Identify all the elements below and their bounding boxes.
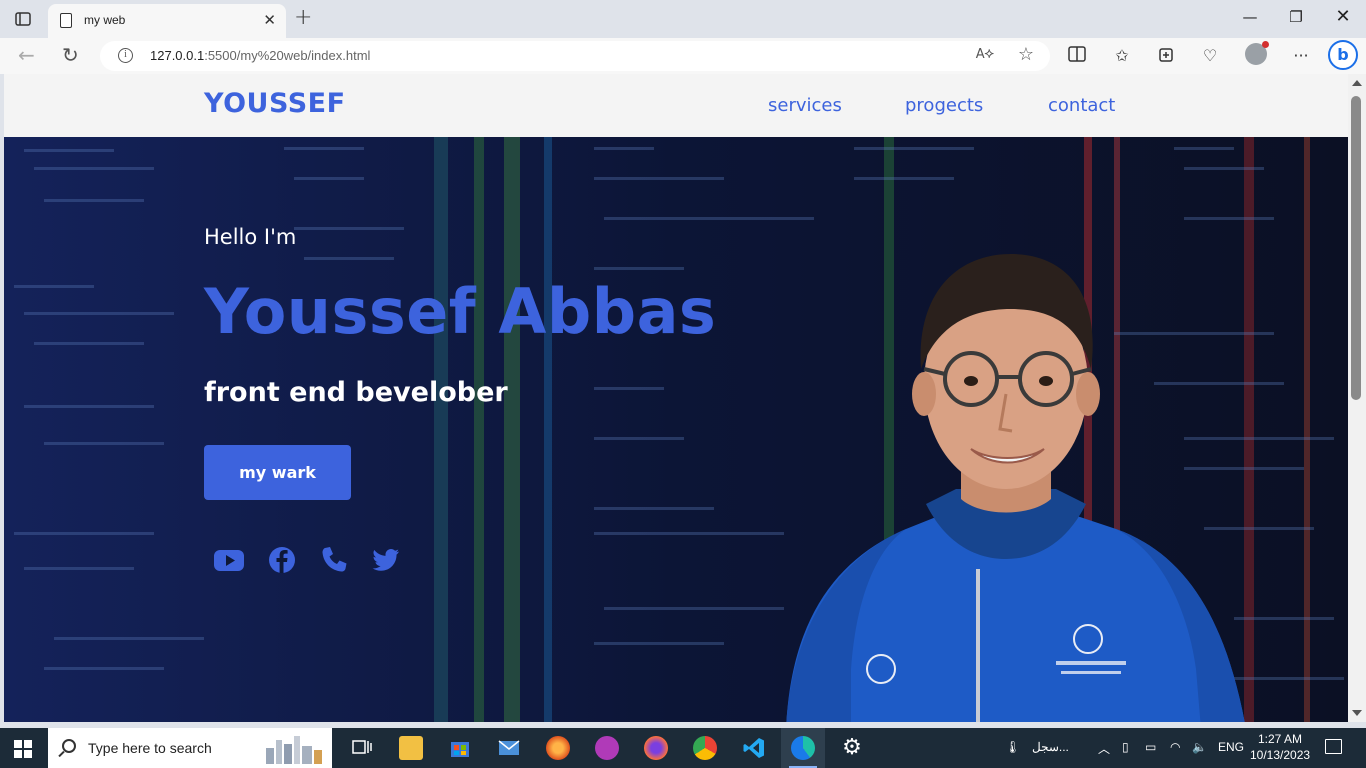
nav-link-services[interactable]: services <box>768 95 842 116</box>
browser-toolbar: ← ↻ i 127.0.0.1:5500/my%20web/index.html… <box>0 38 1366 74</box>
profile-photo <box>786 254 1245 722</box>
firefox-icon[interactable] <box>546 736 570 760</box>
back-button[interactable]: ← <box>18 44 35 66</box>
language-indicator[interactable]: ENG <box>1218 740 1244 754</box>
microsoft-store-icon[interactable] <box>448 736 472 760</box>
more-options-icon[interactable]: ··· <box>1290 46 1312 66</box>
hero-name: Youssef Abbas <box>204 275 717 348</box>
tab-actions-icon[interactable] <box>12 10 34 28</box>
show-hidden-icons-icon[interactable]: ︿ <box>1098 740 1110 757</box>
scroll-thumb[interactable] <box>1351 96 1361 400</box>
bing-copilot-icon[interactable]: b <box>1328 40 1358 70</box>
favorite-star-icon[interactable]: ☆ <box>1018 44 1034 65</box>
file-explorer-icon[interactable] <box>399 736 423 760</box>
windows-taskbar: Type here to search ⚙ 🌡 سجل... ︿ ▯ ▭ ◠ 🔈… <box>0 728 1366 768</box>
phone-icon[interactable] <box>318 545 350 575</box>
close-tab-icon[interactable]: ✕ <box>263 12 276 28</box>
system-clock[interactable]: 1:27 AM 10/13/2023 <box>1250 731 1310 763</box>
clock-date: 10/13/2023 <box>1250 748 1311 762</box>
minimize-button[interactable]: — <box>1240 8 1260 26</box>
site-info-icon[interactable]: i <box>118 48 133 63</box>
new-tab-button[interactable]: + <box>294 7 312 29</box>
notification-dot <box>1262 41 1269 48</box>
search-icon <box>62 739 76 753</box>
url-host: 127.0.0.1 <box>150 48 205 63</box>
start-button[interactable] <box>14 740 32 758</box>
browser-tab[interactable]: my web ✕ <box>48 4 286 38</box>
page-favicon-icon <box>60 13 72 28</box>
task-view-icon[interactable] <box>350 736 374 760</box>
split-screen-icon[interactable] <box>1066 46 1088 66</box>
vscode-icon[interactable] <box>742 736 766 760</box>
device-icon[interactable]: ▯ <box>1122 740 1129 754</box>
site-header: YOUSSEF services progects contact <box>4 74 1348 137</box>
site-logo[interactable]: YOUSSEF <box>204 88 346 119</box>
my-work-button[interactable]: my wark <box>204 445 351 500</box>
edge-taskbar-active[interactable] <box>781 728 825 768</box>
wifi-icon[interactable]: ◠ <box>1170 740 1180 754</box>
nav-link-contact[interactable]: contact <box>1048 95 1115 116</box>
collections-icon[interactable] <box>1155 46 1177 66</box>
chrome-icon[interactable] <box>693 736 717 760</box>
maximize-button[interactable]: ❐ <box>1286 8 1306 26</box>
mail-icon[interactable] <box>497 736 521 760</box>
firefox-dev-icon[interactable] <box>644 736 668 760</box>
taskbar-search-box[interactable]: Type here to search <box>48 728 332 768</box>
favorites-icon[interactable]: ✩ <box>1111 46 1133 66</box>
edge-icon[interactable] <box>791 736 815 760</box>
volume-icon[interactable]: 🔈 <box>1192 740 1207 754</box>
search-placeholder: Type here to search <box>88 740 212 756</box>
url-text[interactable]: 127.0.0.1:5500/my%20web/index.html <box>150 48 370 63</box>
reload-button[interactable]: ↻ <box>62 44 79 66</box>
scroll-down-arrow-icon[interactable] <box>1352 710 1362 716</box>
profile-avatar[interactable] <box>1245 41 1269 65</box>
clock-time: 1:27 AM <box>1257 732 1303 746</box>
tab-title: my web <box>84 13 126 27</box>
hero-role: front end bevelober <box>204 377 508 408</box>
nav-link-progects[interactable]: progects <box>905 95 983 116</box>
performance-heart-icon[interactable]: ♡ <box>1199 46 1221 66</box>
weather-text[interactable]: سجل... <box>1032 740 1069 754</box>
address-bar[interactable]: i 127.0.0.1:5500/my%20web/index.html A⯎ … <box>100 41 1050 71</box>
url-path: :5500/my%20web/index.html <box>204 48 371 63</box>
settings-gear-icon[interactable]: ⚙ <box>840 736 864 760</box>
weather-thermometer-icon[interactable]: 🌡 <box>1005 740 1020 754</box>
scroll-up-arrow-icon[interactable] <box>1352 80 1362 86</box>
wps-office-icon[interactable] <box>595 736 619 760</box>
youtube-icon[interactable] <box>213 545 245 575</box>
notification-center-icon[interactable] <box>1325 739 1342 754</box>
search-highlight-illustration-icon <box>266 736 322 764</box>
facebook-icon[interactable] <box>266 545 298 575</box>
page-scrollbar[interactable] <box>1348 74 1366 722</box>
read-aloud-icon[interactable]: A⯎ <box>976 47 994 62</box>
battery-icon[interactable]: ▭ <box>1145 740 1156 754</box>
page-viewport: YOUSSEF services progects contact Hello … <box>4 74 1348 722</box>
hero-greeting: Hello I'm <box>204 225 297 249</box>
browser-tab-bar: my web ✕ + — ❐ ✕ <box>0 0 1366 38</box>
hero-section: Hello I'm Youssef Abbas front end bevelo… <box>4 137 1348 722</box>
close-window-button[interactable]: ✕ <box>1333 6 1353 27</box>
twitter-icon[interactable] <box>370 545 402 575</box>
